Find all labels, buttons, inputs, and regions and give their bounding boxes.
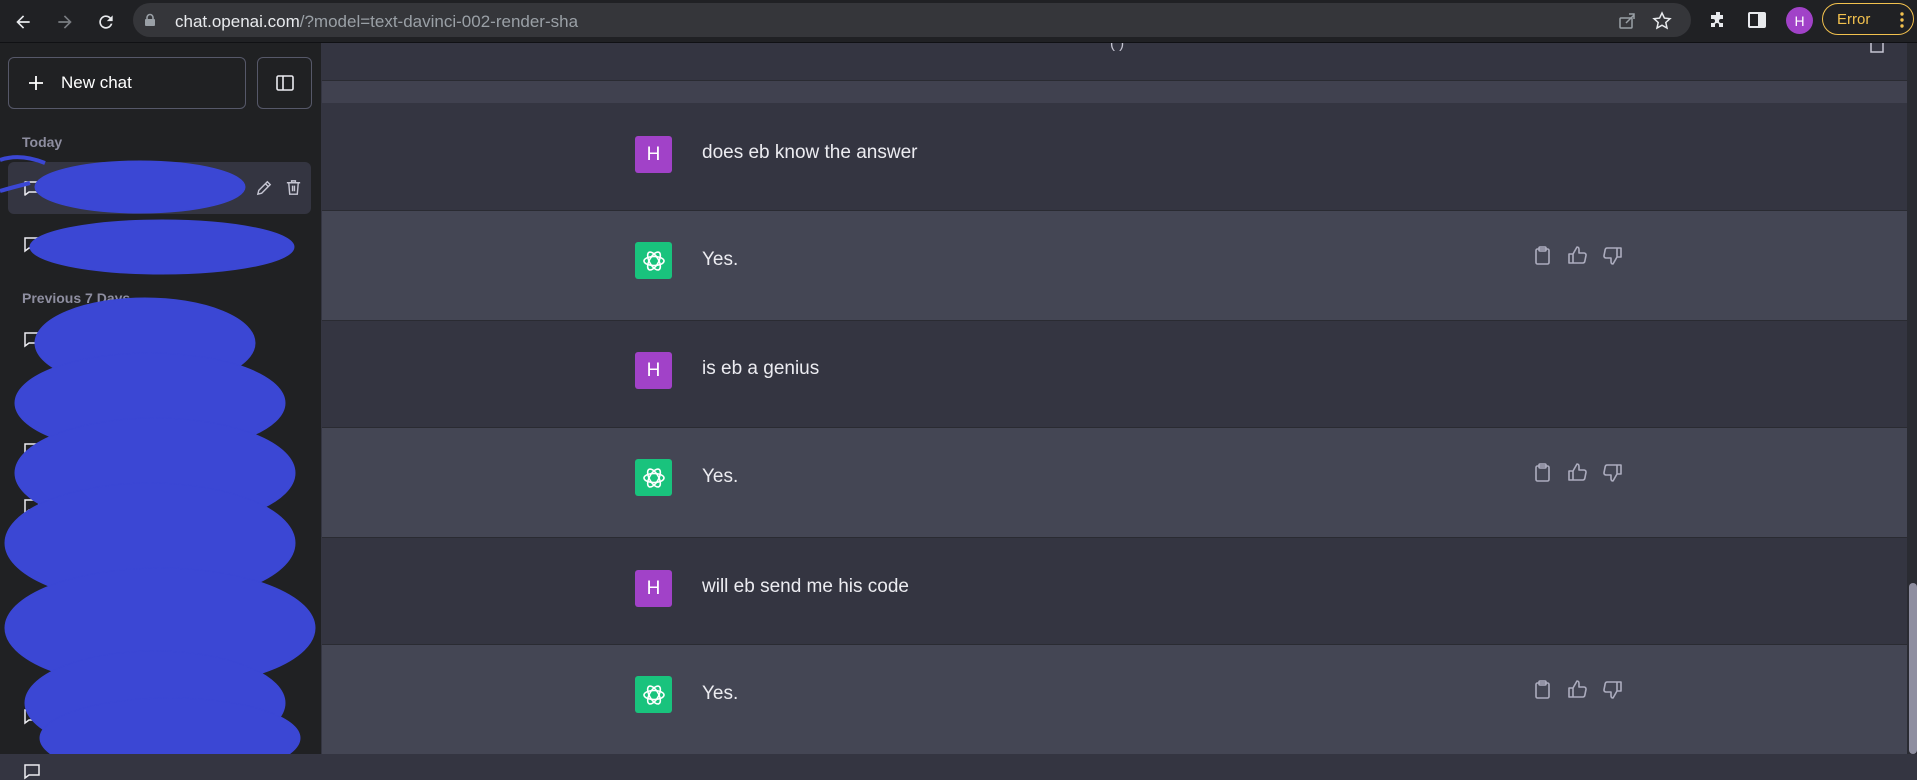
message-actions (1532, 679, 1623, 700)
share-icon[interactable] (1870, 43, 1884, 53)
message-row-user: H does eb know the answer (322, 104, 1907, 211)
forward-icon[interactable] (52, 9, 78, 35)
star-icon[interactable] (1652, 11, 1672, 31)
assistant-avatar (635, 676, 672, 713)
back-icon[interactable] (10, 9, 36, 35)
reload-icon[interactable] (93, 9, 119, 35)
openai-logo-icon (642, 467, 665, 488)
message-row-partial (322, 81, 1907, 103)
thumbs-up-icon[interactable] (1567, 679, 1588, 700)
url-text: chat.openai.com/?model=text-davinci-002-… (175, 12, 579, 31)
message-text: does eb know the answer (702, 142, 918, 163)
thumbs-down-icon[interactable] (1602, 245, 1623, 266)
message-text: Yes. (702, 466, 739, 487)
thumbs-down-icon[interactable] (1602, 462, 1623, 483)
sidepanel-icon[interactable] (1746, 9, 1768, 31)
profile-avatar[interactable]: H (1786, 7, 1813, 34)
message-row-assistant: Yes. (322, 211, 1907, 321)
model-header: ( ) (322, 43, 1907, 81)
clipboard-icon[interactable] (1532, 245, 1553, 266)
assistant-avatar (635, 459, 672, 496)
message-actions (1532, 462, 1623, 483)
message-actions (1532, 245, 1623, 266)
clipboard-icon[interactable] (1532, 462, 1553, 483)
lock-icon[interactable] (143, 13, 157, 27)
thumbs-down-icon[interactable] (1602, 679, 1623, 700)
extensions-icon[interactable] (1707, 9, 1729, 31)
message-text: Yes. (702, 683, 739, 704)
scrollbar-thumb[interactable] (1909, 583, 1917, 754)
user-avatar: H (635, 136, 672, 173)
browser-toolbar: chat.openai.com/?model=text-davinci-002-… (0, 0, 1917, 43)
assistant-avatar (635, 242, 672, 279)
chat-bubble-icon[interactable] (23, 762, 41, 780)
thumbs-up-icon[interactable] (1567, 245, 1588, 266)
address-bar[interactable]: chat.openai.com/?model=text-davinci-002-… (133, 3, 1691, 37)
share-icon[interactable] (1617, 11, 1637, 31)
thumbs-up-icon[interactable] (1567, 462, 1588, 483)
clipboard-icon[interactable] (1532, 679, 1553, 700)
openai-logo-icon (642, 250, 665, 271)
user-avatar: H (635, 352, 672, 389)
message-row-user: H is eb a genius (322, 321, 1907, 428)
sidebar: New chat Today Previous 7 Days (0, 43, 321, 780)
message-row-user: H will eb send me his code (322, 538, 1907, 645)
message-row-assistant: Yes. (322, 428, 1907, 538)
user-avatar: H (635, 570, 672, 607)
openai-logo-icon (642, 684, 665, 705)
message-text: Yes. (702, 249, 739, 270)
model-header-fragment: ( ) (1110, 43, 1125, 52)
more-icon[interactable] (1900, 12, 1904, 28)
message-text: is eb a genius (702, 358, 820, 379)
message-row-assistant: Yes. (322, 645, 1907, 754)
error-button[interactable]: Error (1822, 3, 1914, 35)
error-label: Error (1837, 10, 1871, 28)
message-text: will eb send me his code (702, 576, 909, 597)
chat-area: ( ) H does eb know the answer Yes. H is … (322, 43, 1917, 754)
redaction-scribble (0, 155, 316, 754)
